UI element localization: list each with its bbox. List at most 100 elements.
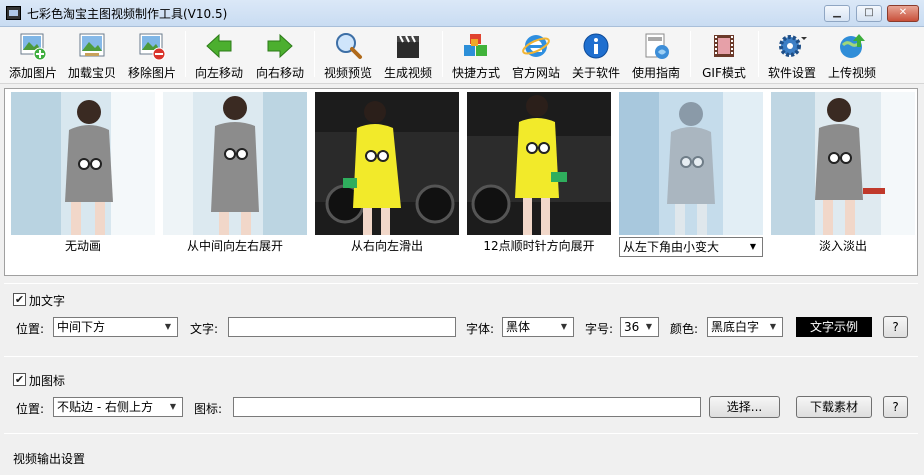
text-sample-preview: 文字示例: [796, 317, 872, 337]
thumbnail-image-2[interactable]: [163, 92, 307, 235]
thumbnail-image-5[interactable]: [619, 92, 763, 235]
font-value: 黑体: [506, 320, 531, 334]
shortcut-button[interactable]: 快捷方式: [448, 29, 504, 81]
chevron-down-icon: ▼: [749, 242, 757, 251]
color-label: 颜色:: [670, 322, 699, 336]
icon-file-label: 图标:: [194, 402, 223, 416]
thumbnail-image-4[interactable]: [467, 92, 611, 235]
choose-icon-button[interactable]: 选择...: [709, 396, 780, 418]
toolbar: 添加图片 加载宝贝 移除图片 向左移动 向右移动 视频预览 生成视频 快捷方式 …: [0, 27, 924, 84]
animation-select[interactable]: 从左下角由小变大 ▼: [619, 237, 763, 257]
gear-icon: [779, 35, 807, 57]
settings-button[interactable]: 软件设置: [764, 29, 820, 81]
thumbnail-image-3[interactable]: [315, 92, 459, 235]
caption-fade: 淡入淡出: [818, 239, 867, 253]
move-right-label: 向右移动: [255, 66, 304, 80]
caption-clockwise-expand: 12点顺时针方向展开: [483, 239, 595, 253]
move-left-label: 向左移动: [194, 66, 243, 80]
divider: [4, 356, 918, 357]
close-button[interactable]: ✕: [887, 5, 919, 22]
icon-help-button[interactable]: ?: [883, 396, 908, 418]
icon-position-value: 不贴边 - 右侧上方: [57, 400, 153, 414]
video-preview-label: 视频预览: [323, 66, 372, 80]
load-product-label: 加载宝贝: [67, 66, 116, 80]
download-assets-button[interactable]: 下载素材: [796, 396, 872, 418]
minimize-button[interactable]: ▁: [824, 5, 850, 22]
toolbar-separator: [185, 31, 186, 77]
toolbar-separator: [690, 31, 691, 77]
clapperboard-icon: [397, 35, 419, 58]
icon-position-select[interactable]: 不贴边 - 右侧上方 ▼: [53, 397, 183, 417]
icon-position-label: 位置:: [16, 402, 45, 416]
gif-mode-button[interactable]: GIF模式: [696, 29, 752, 81]
about-button[interactable]: 关于软件: [568, 29, 624, 81]
font-select[interactable]: 黑体 ▼: [502, 317, 574, 337]
shortcut-label: 快捷方式: [451, 66, 500, 80]
remove-image-label: 移除图片: [127, 66, 176, 80]
cubes-icon: [464, 34, 487, 56]
window-title: 七彩色淘宝主图视频制作工具(V10.5): [27, 7, 228, 21]
text-input[interactable]: [228, 317, 456, 337]
arrow-right-icon: [267, 33, 293, 59]
caption-no-animation: 无动画: [64, 239, 101, 253]
add-text-checkbox[interactable]: ✔: [13, 293, 26, 306]
add-icon-label: 加图标: [29, 374, 66, 388]
video-preview-button[interactable]: 视频预览: [320, 29, 376, 81]
thumbnail-image-6[interactable]: [771, 92, 915, 235]
image-strip: 无动画 从中间向左右展开 从右向左滑出 12点顺时针方向展开 从左下角由小变大 …: [4, 88, 918, 276]
remove-image-button[interactable]: 移除图片: [124, 29, 180, 81]
guide-icon: [645, 33, 669, 59]
load-product-button[interactable]: 加载宝贝: [64, 29, 120, 81]
text-position-value: 中间下方: [57, 320, 106, 334]
video-output-heading: 视频输出设置: [13, 452, 86, 466]
gif-mode-label: GIF模式: [702, 66, 746, 80]
thumbnail-image-1[interactable]: [11, 92, 155, 235]
icon-path-input[interactable]: [233, 397, 701, 417]
chevron-down-icon: ▼: [164, 322, 172, 331]
app-icon: [6, 6, 21, 20]
arrow-left-icon: [206, 33, 232, 59]
about-label: 关于软件: [571, 66, 620, 80]
upload-video-button[interactable]: 上传视频: [824, 29, 880, 81]
toolbar-separator: [442, 31, 443, 77]
official-site-label: 官方网站: [511, 66, 560, 80]
ie-browser-icon: [522, 35, 550, 57]
settings-label: 软件设置: [767, 66, 816, 80]
upload-globe-icon: [840, 34, 865, 58]
move-right-button[interactable]: 向右移动: [252, 29, 308, 81]
chevron-down-icon: ▼: [645, 322, 653, 331]
load-product-icon: [79, 33, 105, 57]
font-size-label: 字号:: [585, 322, 614, 336]
add-image-button[interactable]: 添加图片: [4, 29, 62, 81]
chevron-down-icon: ▼: [560, 322, 568, 331]
font-size-value: 36: [624, 320, 640, 334]
add-icon-checkbox[interactable]: ✔: [13, 373, 26, 386]
text-help-button[interactable]: ?: [883, 316, 908, 338]
color-select[interactable]: 黑底白字 ▼: [707, 317, 783, 337]
chevron-down-icon: ▼: [169, 402, 177, 411]
font-size-select[interactable]: 36 ▼: [620, 317, 659, 337]
maximize-button[interactable]: □: [856, 5, 882, 22]
add-text-label: 加文字: [29, 294, 66, 308]
magnifier-icon: [336, 33, 362, 59]
caption-slide-right-to-left: 从右向左滑出: [350, 239, 423, 253]
move-left-button[interactable]: 向左移动: [191, 29, 247, 81]
generate-video-button[interactable]: 生成视频: [380, 29, 436, 81]
add-image-label: 添加图片: [8, 66, 57, 80]
divider: [4, 283, 918, 284]
text-content-label: 文字:: [190, 322, 219, 336]
title-bar: 七彩色淘宝主图视频制作工具(V10.5) ▁ □ ✕: [0, 0, 924, 27]
font-label: 字体:: [466, 322, 495, 336]
remove-image-icon: [139, 33, 166, 61]
toolbar-separator: [314, 31, 315, 77]
divider: [4, 433, 918, 434]
guide-button[interactable]: 使用指南: [627, 29, 685, 81]
upload-video-label: 上传视频: [827, 66, 876, 80]
add-image-icon: [20, 33, 47, 61]
text-position-select[interactable]: 中间下方 ▼: [53, 317, 178, 337]
official-site-button[interactable]: 官方网站: [508, 29, 564, 81]
info-icon: [583, 33, 609, 59]
chevron-down-icon: ▼: [769, 322, 777, 331]
caption-expand-center: 从中间向左右展开: [186, 239, 283, 253]
guide-label: 使用指南: [631, 66, 680, 80]
